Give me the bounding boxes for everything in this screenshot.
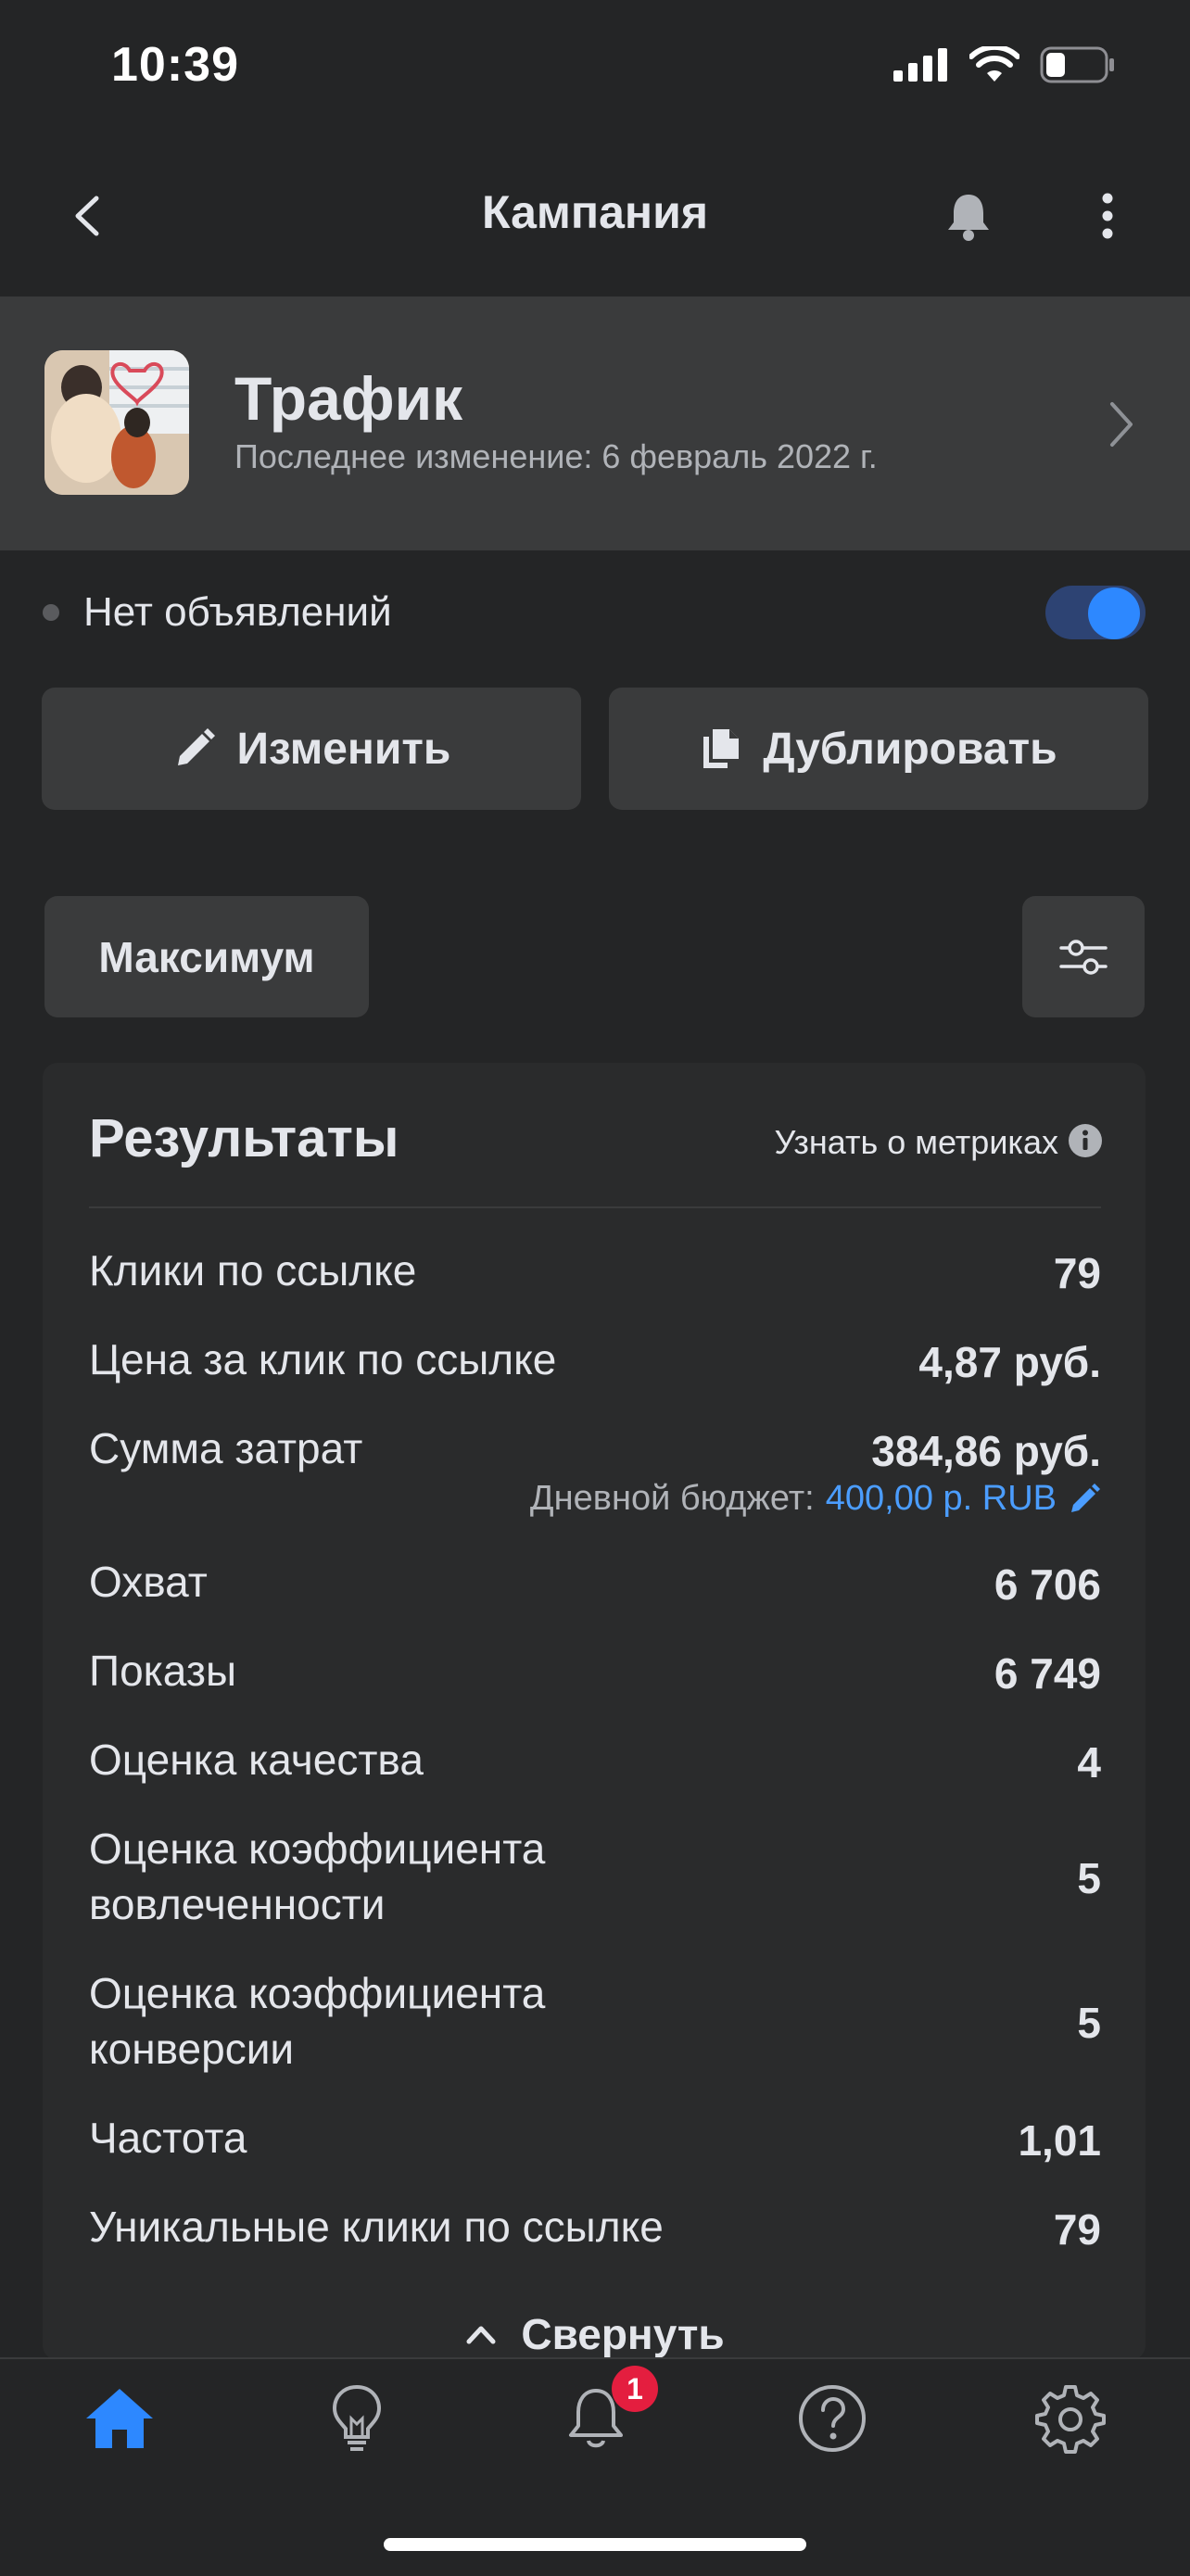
- results-divider: [89, 1206, 1101, 1208]
- edit-button[interactable]: Изменить: [42, 688, 581, 810]
- edit-pencil-icon[interactable]: [1068, 1483, 1101, 1516]
- metric-value-unique-link-clicks: 79: [1053, 2205, 1101, 2254]
- duplicate-button-label: Дублировать: [763, 724, 1057, 774]
- metric-label-link-clicks: Клики по ссылке: [89, 1246, 417, 1294]
- cellular-signal-icon: [893, 48, 947, 82]
- metric-value-frequency: 1,01: [1018, 2116, 1101, 2165]
- edit-button-label: Изменить: [236, 724, 451, 774]
- chevron-right-icon[interactable]: [1103, 397, 1140, 452]
- metric-value-reach: 6 706: [994, 1560, 1101, 1609]
- wifi-icon: [969, 46, 1019, 82]
- metric-value-engagement-ranking: 5: [1077, 1854, 1101, 1902]
- more-options-button[interactable]: [1084, 185, 1131, 246]
- help-icon: [799, 2385, 866, 2452]
- metric-label-frequency: Частота: [89, 2114, 247, 2162]
- metric-label-conversion-ranking: Оценка коэффициента конверсии: [89, 1969, 546, 2073]
- home-indicator: [384, 2538, 806, 2551]
- metric-label-amount-spent: Сумма затрат: [89, 1424, 363, 1472]
- info-icon[interactable]: [1068, 1123, 1103, 1158]
- thumbnail-image: [44, 350, 189, 495]
- bell-icon: [948, 195, 989, 241]
- duplicate-icon: [703, 729, 740, 768]
- chevron-up-icon: [466, 2326, 496, 2344]
- date-range-button[interactable]: Максимум: [44, 896, 369, 1017]
- sliders-icon: [1059, 939, 1108, 975]
- campaign-last-modified: Последнее изменение: 6 февраль 2022 г.: [234, 437, 878, 475]
- metric-label-engagement-ranking: Оценка коэффициента вовлеченности: [89, 1825, 546, 1928]
- status-time: 10:39: [111, 38, 239, 92]
- battery-icon: [1040, 46, 1114, 83]
- date-range-label: Максимум: [98, 932, 315, 981]
- tab-tips[interactable]: [306, 2377, 408, 2460]
- duplicate-button[interactable]: Дублировать: [609, 688, 1148, 810]
- lightbulb-icon: [332, 2384, 382, 2451]
- metric-value-amount-spent: 384,86 руб.: [871, 1427, 1101, 1475]
- metric-label-reach: Охват: [89, 1558, 208, 1606]
- home-icon: [86, 2389, 153, 2448]
- campaign-thumbnail: [44, 350, 189, 495]
- collapse-button[interactable]: Свернуть: [0, 2309, 1190, 2359]
- metric-value-cost-per-click: 4,87 руб.: [918, 1338, 1101, 1386]
- results-title: Результаты: [89, 1108, 399, 1168]
- tab-settings[interactable]: [1019, 2377, 1121, 2460]
- more-vertical-icon: [1102, 193, 1113, 239]
- metric-value-conversion-ranking: 5: [1077, 1999, 1101, 2047]
- metric-value-quality-ranking: 4: [1077, 1738, 1101, 1787]
- metric-value-impressions: 6 749: [994, 1649, 1101, 1698]
- page-title: Кампания: [481, 186, 709, 238]
- daily-budget-row[interactable]: Дневной бюджет: 400,00 р. RUB: [530, 1479, 1101, 1519]
- delivery-status-label: Нет объявлений: [83, 589, 392, 635]
- tab-help[interactable]: [781, 2377, 883, 2460]
- metric-label-quality-ranking: Оценка качества: [89, 1736, 424, 1784]
- pencil-icon: [177, 728, 215, 765]
- metric-label-unique-link-clicks: Уникальные клики по ссылке: [89, 2203, 664, 2251]
- metric-label-cost-per-click: Цена за клик по ссылке: [89, 1335, 557, 1383]
- notifications-button[interactable]: [941, 185, 996, 246]
- daily-budget-label: Дневной бюджет:: [529, 1479, 815, 1518]
- metric-value-link-clicks: 79: [1053, 1249, 1101, 1297]
- learn-metrics-link[interactable]: Узнать о метриках: [775, 1123, 1059, 1162]
- gear-icon: [1035, 2385, 1106, 2454]
- campaign-toggle-knob[interactable]: [1088, 587, 1140, 639]
- filter-settings-button[interactable]: [1022, 896, 1145, 1017]
- metric-label-impressions: Показы: [89, 1647, 237, 1695]
- tab-home[interactable]: [69, 2377, 171, 2460]
- status-icons: [893, 46, 1116, 83]
- daily-budget-value[interactable]: 400,00 р. RUB: [826, 1479, 1057, 1519]
- campaign-name: Трафик: [234, 364, 463, 433]
- collapse-label: Свернуть: [521, 2310, 725, 2358]
- delivery-status-dot: [43, 604, 59, 621]
- notification-badge: 1: [612, 2366, 658, 2412]
